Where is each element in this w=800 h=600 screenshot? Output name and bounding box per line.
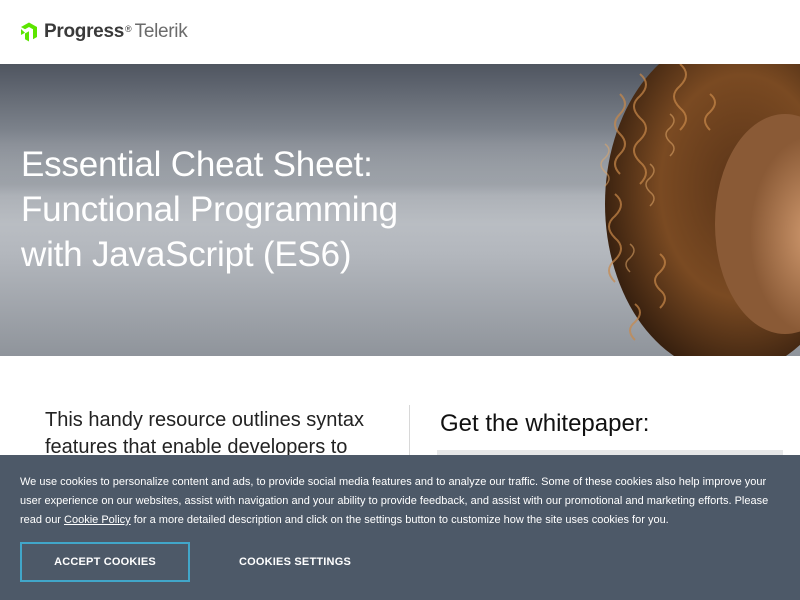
logo-registered-mark: ® [124, 24, 132, 34]
progress-telerik-logo[interactable]: Progress ® Telerik [19, 20, 188, 44]
page-title: Essential Cheat Sheet: Functional Progra… [21, 145, 398, 274]
hero-banner: Essential Cheat Sheet: Functional Progra… [0, 64, 800, 356]
hero-photo-curly-hair [600, 64, 800, 356]
intro-text: This handy resource outlines syntax feat… [45, 409, 365, 458]
logo-product-text: Telerik [134, 21, 188, 42]
cookie-notice-text: We use cookies to personalize content an… [20, 473, 785, 530]
accept-cookies-button[interactable]: ACCEPT COOKIES [20, 542, 190, 582]
cookies-settings-button[interactable]: COOKIES SETTINGS [220, 542, 370, 582]
cookie-banner: We use cookies to personalize content an… [0, 455, 800, 600]
cookie-notice-text-end: for a more detailed description and clic… [130, 514, 669, 526]
logo-brand-text: Progress [44, 21, 124, 42]
site-header: Progress ® Telerik [0, 0, 800, 64]
cookie-policy-link[interactable]: Cookie Policy [64, 514, 131, 526]
whitepaper-heading: Get the whitepaper: [440, 410, 650, 437]
progress-logo-icon [21, 22, 37, 42]
